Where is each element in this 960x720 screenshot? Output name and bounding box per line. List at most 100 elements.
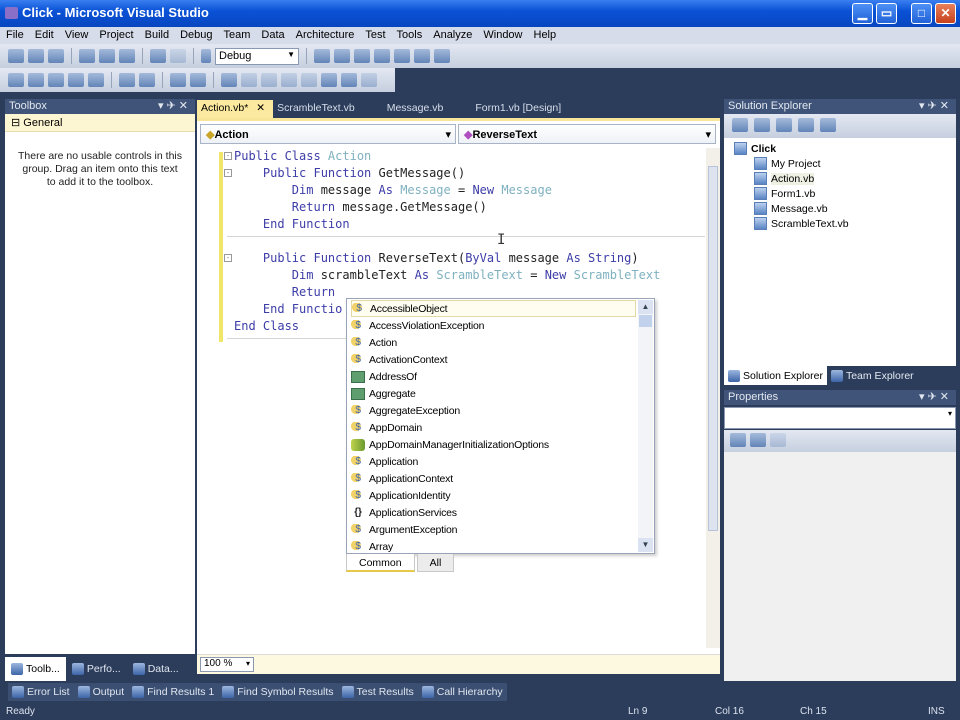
- alphabetical-icon[interactable]: [750, 433, 766, 447]
- menu-debug[interactable]: Debug: [180, 27, 218, 44]
- indent-icon[interactable]: [139, 73, 155, 87]
- panel-controls[interactable]: ▾✈✕: [158, 99, 191, 112]
- completion-item[interactable]: AddressOf: [351, 368, 636, 385]
- paste-icon[interactable]: [119, 49, 135, 63]
- next-bookmark-doc-icon[interactable]: [341, 73, 357, 87]
- comment-icon[interactable]: [170, 73, 186, 87]
- save-all-icon[interactable]: [48, 49, 64, 63]
- prev-bookmark-icon[interactable]: [241, 73, 257, 87]
- member-list-icon[interactable]: [8, 73, 24, 87]
- completion-item[interactable]: $ Action: [351, 334, 636, 351]
- menu-help[interactable]: Help: [534, 27, 563, 44]
- menu-build[interactable]: Build: [145, 27, 175, 44]
- properties-icon[interactable]: [732, 118, 748, 132]
- extension-manager-icon[interactable]: [434, 49, 450, 63]
- intellisense-tab-all[interactable]: All: [416, 554, 455, 572]
- undo-icon[interactable]: [150, 49, 166, 63]
- tree-root-click[interactable]: Click: [734, 141, 776, 156]
- clear-bookmarks-icon[interactable]: [361, 73, 377, 87]
- tool-tab[interactable]: Call Hierarchy: [418, 683, 507, 701]
- next-bookmark-folder-icon[interactable]: [301, 73, 317, 87]
- doc-tab[interactable]: ScrambleText.vb: [273, 100, 363, 118]
- uncomment-icon[interactable]: [190, 73, 206, 87]
- object-select[interactable]: ▾: [724, 407, 956, 429]
- property-pages-icon[interactable]: [770, 433, 786, 447]
- tool-tab[interactable]: Error List: [8, 683, 74, 701]
- show-all-files-icon[interactable]: [754, 118, 770, 132]
- completion-item[interactable]: Aggregate: [351, 385, 636, 402]
- menu-tools[interactable]: Tools: [397, 27, 429, 44]
- panel-controls[interactable]: ▾✈✕: [919, 99, 952, 112]
- bookmark-icon[interactable]: [221, 73, 237, 87]
- close-button[interactable]: ✕: [935, 3, 956, 24]
- start-debugging-icon[interactable]: [201, 49, 211, 63]
- intellisense-scrollbar[interactable]: ▲ ▼: [638, 300, 653, 552]
- menu-architecture[interactable]: Architecture: [296, 27, 361, 44]
- tree-item[interactable]: Form1.vb: [754, 186, 815, 201]
- panel-controls[interactable]: ▾✈✕: [919, 390, 952, 403]
- object-browser-icon[interactable]: [394, 49, 410, 63]
- toolbox-group-general[interactable]: ⊟ General: [5, 114, 195, 132]
- editor-vertical-scrollbar[interactable]: [706, 148, 720, 648]
- completion-item[interactable]: AppDomainManagerInitializationOptions: [351, 436, 636, 453]
- fold-toggle[interactable]: -: [224, 169, 232, 177]
- start-page-icon[interactable]: [414, 49, 430, 63]
- tool-tab[interactable]: Test Results: [338, 683, 418, 701]
- completion-item[interactable]: $ ActivationContext: [351, 351, 636, 368]
- tree-item[interactable]: Message.vb: [754, 201, 828, 216]
- maximize-button[interactable]: □: [911, 3, 932, 24]
- menu-data[interactable]: Data: [261, 27, 290, 44]
- doc-tab[interactable]: Message.vb: [383, 100, 452, 118]
- intellisense-tab-common[interactable]: Common: [346, 554, 415, 572]
- parameter-info-icon[interactable]: [28, 73, 44, 87]
- zoom-select[interactable]: 100 % ▾: [200, 657, 254, 672]
- outdent-icon[interactable]: [119, 73, 135, 87]
- categorized-icon[interactable]: [730, 433, 746, 447]
- menu-edit[interactable]: Edit: [35, 27, 60, 44]
- completion-item[interactable]: {} ApplicationServices: [351, 504, 636, 521]
- scroll-down-icon[interactable]: ▼: [638, 538, 653, 552]
- redo-icon[interactable]: [170, 49, 186, 63]
- tool-tab[interactable]: Find Symbol Results: [218, 683, 337, 701]
- prev-bookmark-doc-icon[interactable]: [321, 73, 337, 87]
- smart-tag-icon[interactable]: [88, 73, 104, 87]
- class-diagram-icon[interactable]: [820, 118, 836, 132]
- toolbox-tab[interactable]: Toolb...: [5, 657, 66, 681]
- panel-tab[interactable]: Solution Explorer: [724, 366, 827, 385]
- completion-item[interactable]: $ AggregateException: [351, 402, 636, 419]
- prev-bookmark-folder-icon[interactable]: [281, 73, 297, 87]
- next-bookmark-icon[interactable]: [261, 73, 277, 87]
- completion-item[interactable]: $ AccessViolationException: [351, 317, 636, 334]
- fold-toggle[interactable]: -: [224, 152, 232, 160]
- menu-test[interactable]: Test: [365, 27, 391, 44]
- doc-tab[interactable]: Action.vb* ✕: [197, 100, 274, 118]
- method-name-combo[interactable]: ◆ReverseText ▾: [458, 124, 716, 144]
- restore-button[interactable]: ▭: [876, 3, 897, 24]
- completion-item[interactable]: $ AppDomain: [351, 419, 636, 436]
- tree-item[interactable]: My Project: [754, 156, 821, 171]
- completion-item[interactable]: $ Application: [351, 453, 636, 470]
- panel-tab[interactable]: Team Explorer: [827, 366, 918, 385]
- tool-tab[interactable]: Find Results 1: [128, 683, 218, 701]
- new-project-icon[interactable]: [8, 49, 24, 63]
- tool-tab[interactable]: Output: [74, 683, 129, 701]
- minimize-button[interactable]: ▁: [852, 3, 873, 24]
- doc-tab[interactable]: Form1.vb [Design]: [471, 100, 569, 118]
- solution-config-select[interactable]: Debug ▼: [215, 47, 299, 65]
- class-name-combo[interactable]: ◆Action ▾: [200, 124, 456, 144]
- view-code-icon[interactable]: [798, 118, 814, 132]
- menu-project[interactable]: Project: [99, 27, 139, 44]
- completion-item[interactable]: $ ApplicationContext: [351, 470, 636, 487]
- menu-window[interactable]: Window: [483, 27, 528, 44]
- completion-item[interactable]: $ ArgumentException: [351, 521, 636, 538]
- completion-item[interactable]: $ AccessibleObject: [351, 300, 636, 317]
- completion-item[interactable]: $ ApplicationIdentity: [351, 487, 636, 504]
- tree-item[interactable]: ScrambleText.vb: [754, 216, 849, 231]
- toolbox-icon[interactable]: [374, 49, 390, 63]
- copy-icon[interactable]: [99, 49, 115, 63]
- find-icon[interactable]: [314, 49, 330, 63]
- toolbox-tab[interactable]: Data...: [127, 657, 185, 681]
- fold-toggle[interactable]: -: [224, 254, 232, 262]
- solution-explorer-icon[interactable]: [334, 49, 350, 63]
- cut-icon[interactable]: [79, 49, 95, 63]
